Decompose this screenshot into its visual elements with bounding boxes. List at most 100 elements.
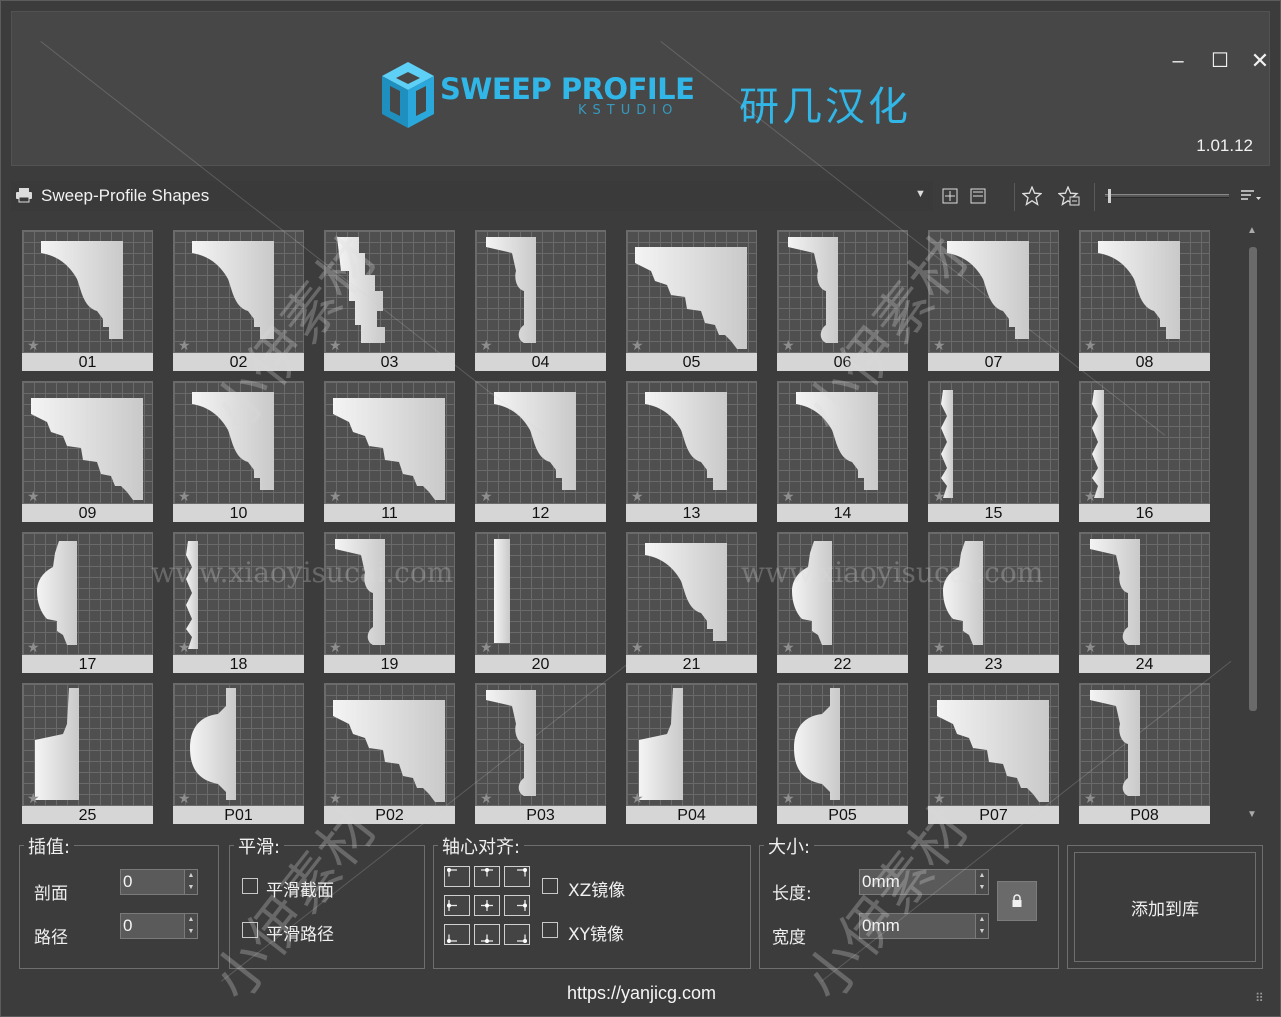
favorite-star-icon[interactable]: ★ xyxy=(631,488,644,503)
lock-aspect-button[interactable] xyxy=(997,881,1037,921)
shape-tile[interactable]: ★ 06 xyxy=(777,230,908,371)
path-steps-spinner[interactable]: 0 ▲ ▼ xyxy=(120,913,198,939)
sort-menu-icon[interactable] xyxy=(1239,184,1263,208)
favorite-star-icon[interactable]: ★ xyxy=(933,337,946,352)
scroll-thumb[interactable] xyxy=(1249,247,1257,711)
shape-tile[interactable]: ★ 04 xyxy=(475,230,606,371)
favorite-star-icon[interactable]: ★ xyxy=(178,488,191,503)
shape-tile[interactable]: ★ 14 xyxy=(777,381,908,522)
favorite-star-icon[interactable]: ★ xyxy=(178,790,191,805)
favorite-star-icon[interactable]: ★ xyxy=(480,639,493,654)
favorite-star-icon[interactable]: ★ xyxy=(1084,790,1097,805)
favorite-star-icon[interactable]: ★ xyxy=(27,488,40,503)
favorite-star-icon[interactable]: ★ xyxy=(178,337,191,352)
spinner-arrows-icon[interactable]: ▲ ▼ xyxy=(975,870,988,894)
section-steps-spinner[interactable]: 0 ▲ ▼ xyxy=(120,869,198,895)
star-manage-icon[interactable] xyxy=(1057,184,1081,208)
shape-tile[interactable]: ★ 16 xyxy=(1079,381,1210,522)
pivot-bottom-right-button[interactable] xyxy=(504,924,530,945)
smooth-path-checkbox[interactable] xyxy=(242,922,258,938)
pivot-bottom-left-button[interactable] xyxy=(444,924,470,945)
shape-tile[interactable]: ★ 22 xyxy=(777,532,908,673)
favorite-star-icon[interactable]: ★ xyxy=(27,790,40,805)
shape-tile[interactable]: ★ 10 xyxy=(173,381,304,522)
shape-tile[interactable]: ★ 07 xyxy=(928,230,1059,371)
shape-tile[interactable]: ★ 17 xyxy=(22,532,153,673)
maximize-button[interactable]: ☐ xyxy=(1207,48,1233,74)
xy-mirror-checkbox[interactable] xyxy=(542,922,558,938)
smooth-section-checkbox[interactable] xyxy=(242,878,258,894)
minimize-button[interactable]: – xyxy=(1165,48,1191,74)
length-spinner[interactable]: 0mm ▲ ▼ xyxy=(859,869,989,895)
favorite-star-icon[interactable]: ★ xyxy=(27,337,40,352)
slider-handle[interactable] xyxy=(1108,189,1111,203)
scroll-down-icon[interactable]: ▼ xyxy=(1247,809,1257,820)
shape-tile[interactable]: ★ 25 xyxy=(22,683,153,824)
pivot-middle-left-button[interactable] xyxy=(444,895,470,916)
spinner-arrows-icon[interactable]: ▲ ▼ xyxy=(184,914,197,938)
favorite-star-icon[interactable]: ★ xyxy=(782,639,795,654)
shape-tile[interactable]: ★ 21 xyxy=(626,532,757,673)
favorite-star-icon[interactable]: ★ xyxy=(933,790,946,805)
favorite-star-icon[interactable]: ★ xyxy=(782,337,795,352)
width-spinner[interactable]: 0mm ▲ ▼ xyxy=(859,913,989,939)
shape-tile[interactable]: ★ 02 xyxy=(173,230,304,371)
shape-tile[interactable]: ★ 05 xyxy=(626,230,757,371)
shape-tile[interactable]: ★ 20 xyxy=(475,532,606,673)
library-dropdown[interactable]: Sweep-Profile Shapes ▼ xyxy=(11,181,933,211)
shape-tile[interactable]: ★ P05 xyxy=(777,683,908,824)
star-icon[interactable] xyxy=(1020,184,1044,208)
favorite-star-icon[interactable]: ★ xyxy=(329,337,342,352)
pivot-top-left-button[interactable] xyxy=(444,866,470,887)
vertical-scrollbar[interactable]: ▲ ▼ xyxy=(1245,225,1261,823)
shape-tile[interactable]: ★ 01 xyxy=(22,230,153,371)
favorite-star-icon[interactable]: ★ xyxy=(631,790,644,805)
favorite-star-icon[interactable]: ★ xyxy=(631,639,644,654)
favorite-star-icon[interactable]: ★ xyxy=(1084,488,1097,503)
shape-tile[interactable]: ★ 03 xyxy=(324,230,455,371)
favorite-star-icon[interactable]: ★ xyxy=(329,488,342,503)
favorite-star-icon[interactable]: ★ xyxy=(329,639,342,654)
shape-tile[interactable]: ★ P03 xyxy=(475,683,606,824)
favorite-star-icon[interactable]: ★ xyxy=(1084,337,1097,352)
favorite-star-icon[interactable]: ★ xyxy=(27,639,40,654)
shape-tile[interactable]: ★ 11 xyxy=(324,381,455,522)
favorite-star-icon[interactable]: ★ xyxy=(178,639,191,654)
favorite-star-icon[interactable]: ★ xyxy=(782,488,795,503)
favorite-star-icon[interactable]: ★ xyxy=(480,488,493,503)
shape-tile[interactable]: ★ 08 xyxy=(1079,230,1210,371)
resize-grip-icon[interactable]: ⠿ xyxy=(1255,991,1264,1005)
favorite-star-icon[interactable]: ★ xyxy=(480,337,493,352)
pivot-center-button[interactable] xyxy=(474,895,500,916)
favorite-star-icon[interactable]: ★ xyxy=(782,790,795,805)
shape-tile[interactable]: ★ 09 xyxy=(22,381,153,522)
shape-tile[interactable]: ★ P01 xyxy=(173,683,304,824)
thumbnail-size-slider[interactable] xyxy=(1105,189,1229,203)
favorite-star-icon[interactable]: ★ xyxy=(933,639,946,654)
favorite-star-icon[interactable]: ★ xyxy=(480,790,493,805)
shape-tile[interactable]: ★ 13 xyxy=(626,381,757,522)
pivot-top-right-button[interactable] xyxy=(504,866,530,887)
xz-mirror-checkbox[interactable] xyxy=(542,878,558,894)
scroll-up-icon[interactable]: ▲ xyxy=(1247,225,1257,236)
footer-url[interactable]: https://yanjicg.com xyxy=(1,983,1281,1004)
shape-tile[interactable]: ★ 12 xyxy=(475,381,606,522)
pivot-bottom-center-button[interactable] xyxy=(474,924,500,945)
spinner-arrows-icon[interactable]: ▲ ▼ xyxy=(975,914,988,938)
close-button[interactable]: ✕ xyxy=(1247,48,1273,74)
shape-tile[interactable]: ★ P07 xyxy=(928,683,1059,824)
shape-tile[interactable]: ★ P04 xyxy=(626,683,757,824)
shape-tile[interactable]: ★ 24 xyxy=(1079,532,1210,673)
shape-tile[interactable]: ★ 19 xyxy=(324,532,455,673)
shape-tile[interactable]: ★ P08 xyxy=(1079,683,1210,824)
shape-tile[interactable]: ★ P02 xyxy=(324,683,455,824)
pivot-top-center-button[interactable] xyxy=(474,866,500,887)
expand-grid-icon[interactable] xyxy=(938,184,962,208)
favorite-star-icon[interactable]: ★ xyxy=(631,337,644,352)
favorite-star-icon[interactable]: ★ xyxy=(933,488,946,503)
spinner-arrows-icon[interactable]: ▲ ▼ xyxy=(184,870,197,894)
pivot-middle-right-button[interactable] xyxy=(504,895,530,916)
shape-tile[interactable]: ★ 23 xyxy=(928,532,1059,673)
add-to-library-button[interactable]: 添加到库 xyxy=(1067,845,1263,969)
favorite-star-icon[interactable]: ★ xyxy=(329,790,342,805)
